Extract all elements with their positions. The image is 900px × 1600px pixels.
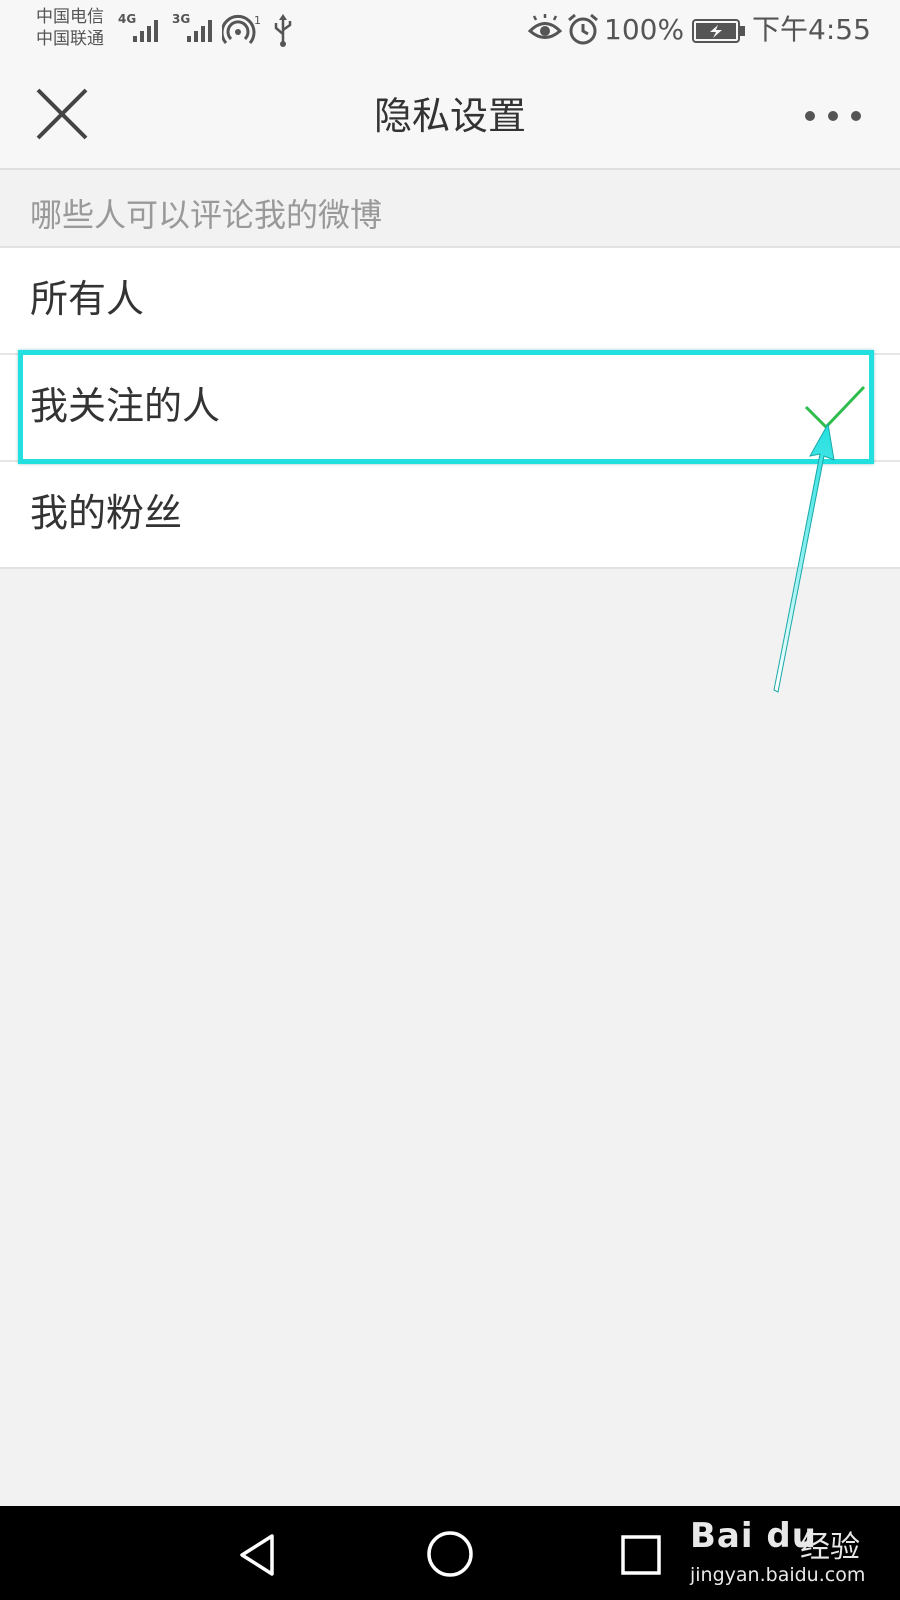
baidu-jingyan-watermark: Bai du 经验 jingyan.baidu.com	[686, 1514, 886, 1594]
close-button[interactable]	[30, 82, 94, 146]
hotspot-icon: 1	[220, 12, 262, 48]
check-icon	[804, 385, 866, 430]
watermark-brand: Bai du	[690, 1516, 817, 1556]
option-following[interactable]: 我关注的人	[0, 355, 900, 462]
battery-percentage: 100%	[604, 13, 685, 46]
section-title: 哪些人可以评论我的微博	[30, 196, 383, 234]
title-bar: 隐私设置	[0, 64, 900, 170]
alarm-icon	[566, 12, 600, 46]
eye-comfort-icon	[527, 14, 563, 46]
hotspot-count: 1	[254, 14, 261, 27]
home-circle-icon	[427, 1531, 473, 1577]
option-label: 我的粉丝	[30, 491, 183, 535]
clock: 下午4:55	[752, 13, 871, 46]
signal-3g-icon: 3G	[172, 12, 220, 46]
navigation-bar: Bai du 经验 jingyan.baidu.com	[0, 1506, 900, 1600]
nav-back-button[interactable]	[234, 1530, 284, 1580]
option-everyone[interactable]: 所有人	[0, 248, 900, 355]
status-bar: 中国电信 中国联通 4G 3G 1 100% 下午4:55	[0, 0, 900, 64]
back-triangle-icon	[240, 1534, 274, 1576]
page-title: 隐私设置	[373, 94, 526, 138]
option-label: 我关注的人	[30, 384, 221, 428]
option-followers[interactable]: 我的粉丝	[0, 462, 900, 567]
battery-charging-icon	[692, 18, 748, 44]
nav-home-button[interactable]	[424, 1528, 476, 1580]
close-icon	[36, 88, 88, 140]
option-list: 所有人 我关注的人 我的粉丝	[0, 246, 900, 569]
more-dots-icon	[805, 111, 861, 121]
nav-recents-button[interactable]	[618, 1532, 664, 1578]
signal-4g-icon: 4G	[118, 12, 166, 46]
carrier-names: 中国电信 中国联通	[36, 6, 104, 50]
carrier-2: 中国联通	[36, 29, 104, 49]
recents-square-icon	[621, 1535, 661, 1575]
section-header: 哪些人可以评论我的微博	[0, 170, 900, 246]
more-button[interactable]	[800, 94, 866, 138]
carrier-1: 中国电信	[36, 7, 104, 27]
option-label: 所有人	[30, 277, 145, 321]
watermark-url: jingyan.baidu.com	[690, 1564, 866, 1586]
watermark-cn: 经验	[800, 1530, 860, 1565]
usb-icon	[272, 12, 294, 48]
